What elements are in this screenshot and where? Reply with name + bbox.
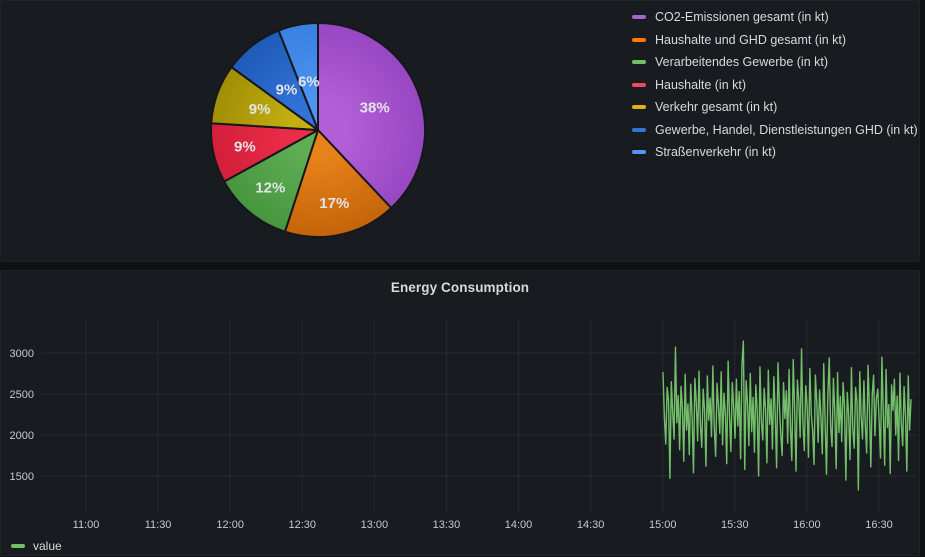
pie-percent-label: 9%	[276, 81, 298, 98]
timeseries-chart[interactable]: 3000 2500 2000 1500 11:00 11:30 12:00 12:30 13:0…	[1, 271, 921, 557]
pie-panel: 38%17%12%9%9%9%6% CO2-Emissionen gesamt …	[0, 0, 920, 262]
legend-item[interactable]: Verarbeitendes Gewerbe (in kt)	[632, 51, 918, 74]
x-tick-label: 14:30	[577, 519, 605, 531]
y-tick-label: 2000	[10, 430, 34, 442]
x-tick-label: 16:30	[865, 519, 893, 531]
legend-swatch	[632, 60, 646, 64]
value-series-line	[663, 341, 911, 490]
pie-percent-label: 17%	[319, 195, 349, 212]
x-tick-label: 14:00	[505, 519, 533, 531]
x-tick-label: 11:30	[145, 519, 172, 531]
y-tick-label: 1500	[10, 471, 34, 483]
pie-percent-label: 38%	[360, 100, 390, 117]
legend-item-label: Straßenverkehr (in kt)	[655, 146, 776, 159]
x-tick-label: 12:30	[289, 519, 317, 531]
x-tick-label: 16:00	[793, 519, 821, 531]
legend-item-label: Verkehr gesamt (in kt)	[655, 101, 777, 114]
x-tick-label: 15:00	[649, 519, 677, 531]
pie-percent-label: 9%	[234, 138, 256, 155]
x-tick-label: 12:00	[216, 519, 244, 531]
pie-percent-label: 6%	[298, 74, 320, 91]
legend-item-label: CO2-Emissionen gesamt (in kt)	[655, 11, 829, 24]
x-tick-label: 11:00	[73, 519, 100, 531]
legend-swatch	[632, 38, 646, 42]
legend-item[interactable]: Gewerbe, Handel, Dienstleistungen GHD (i…	[632, 119, 918, 142]
y-tick-label: 3000	[10, 348, 34, 360]
legend-item[interactable]: Haushalte und GHD gesamt (in kt)	[632, 29, 918, 52]
pie-percent-label: 9%	[249, 101, 271, 118]
legend-item[interactable]: Haushalte (in kt)	[632, 74, 918, 97]
x-tick-label: 13:00	[361, 519, 389, 531]
series-legend-label: value	[33, 540, 62, 552]
y-tick-label: 2500	[10, 389, 34, 401]
legend-swatch	[632, 128, 646, 132]
legend-item[interactable]: CO2-Emissionen gesamt (in kt)	[632, 6, 918, 29]
legend-swatch	[632, 150, 646, 154]
legend-item[interactable]: Straßenverkehr (in kt)	[632, 141, 918, 164]
legend-item-label: Haushalte (in kt)	[655, 79, 746, 92]
pie-percent-label: 12%	[255, 180, 285, 197]
pie-legend: CO2-Emissionen gesamt (in kt) Haushalte u…	[632, 6, 918, 164]
legend-swatch	[632, 15, 646, 19]
x-tick-label: 13:30	[433, 519, 461, 531]
legend-swatch	[632, 83, 646, 87]
legend-item-label: Verarbeitendes Gewerbe (in kt)	[655, 56, 828, 69]
timeseries-panel: Energy Consumption 300025002000150011:00…	[0, 270, 920, 556]
legend-swatch	[632, 105, 646, 109]
legend-item[interactable]: Verkehr gesamt (in kt)	[632, 96, 918, 119]
x-tick-label: 15:30	[721, 519, 749, 531]
legend-item-label: Gewerbe, Handel, Dienstleistungen GHD (i…	[655, 124, 918, 137]
legend-item-label: Haushalte und GHD gesamt (in kt)	[655, 34, 846, 47]
series-legend-item[interactable]: value	[11, 540, 62, 552]
series-color-swatch	[11, 544, 25, 548]
